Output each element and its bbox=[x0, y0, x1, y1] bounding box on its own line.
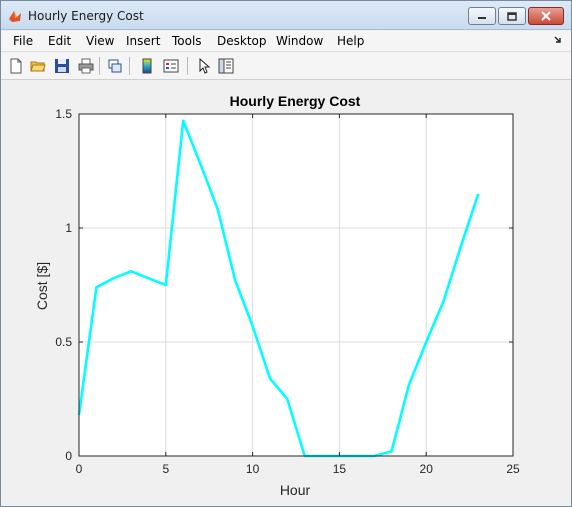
y-tick-label: 1.5 bbox=[55, 107, 72, 121]
x-tick-label: 0 bbox=[76, 462, 83, 476]
y-tick-label: 0 bbox=[65, 449, 72, 463]
save-button[interactable] bbox=[52, 56, 72, 76]
close-icon bbox=[541, 11, 551, 21]
y-axis-label: Cost [$] bbox=[34, 262, 50, 310]
legend-icon bbox=[163, 59, 179, 73]
link-plot-button[interactable] bbox=[105, 56, 125, 76]
chart-title: Hourly Energy Cost bbox=[230, 93, 361, 109]
y-tick-label: 0.5 bbox=[55, 335, 72, 349]
minimize-icon bbox=[478, 17, 486, 19]
toolbar-separator bbox=[99, 57, 100, 75]
x-tick-label: 25 bbox=[506, 462, 520, 476]
menu-bar: File Edit View Insert Tools Desktop Wind… bbox=[1, 31, 571, 52]
menu-file[interactable]: File bbox=[13, 34, 33, 48]
edit-plot-button[interactable] bbox=[194, 56, 214, 76]
dock-arrow-icon[interactable] bbox=[553, 35, 563, 45]
x-tick-label: 20 bbox=[420, 462, 434, 476]
maximize-icon bbox=[507, 11, 517, 21]
menu-window[interactable]: Window bbox=[276, 34, 323, 48]
toolbar-separator bbox=[187, 57, 188, 75]
figure-canvas: 0 5 10 15 20 25 0 0.5 1 1.5 Hourly Energy Cost H… bbox=[1, 81, 571, 506]
x-tick-label: 10 bbox=[246, 462, 260, 476]
new-figure-icon bbox=[10, 58, 22, 74]
minimize-button[interactable] bbox=[468, 7, 496, 25]
close-button[interactable] bbox=[528, 7, 564, 25]
maximize-button[interactable] bbox=[498, 7, 526, 25]
property-editor-icon bbox=[218, 58, 234, 74]
print-icon bbox=[78, 58, 94, 74]
x-axis-label: Hour bbox=[280, 482, 311, 498]
menu-view[interactable]: View bbox=[86, 34, 114, 48]
title-bar[interactable]: Hourly Energy Cost bbox=[1, 1, 571, 30]
toolbar-separator bbox=[129, 57, 130, 75]
save-icon bbox=[55, 59, 69, 73]
print-button[interactable] bbox=[76, 56, 96, 76]
property-editor-button[interactable] bbox=[216, 56, 236, 76]
menu-tools[interactable]: Tools bbox=[172, 34, 202, 48]
pointer-icon bbox=[199, 58, 211, 74]
new-figure-button[interactable] bbox=[6, 56, 26, 76]
menu-insert[interactable]: Insert bbox=[126, 34, 160, 48]
colorbar-icon bbox=[142, 58, 152, 74]
window-title: Hourly Energy Cost bbox=[28, 9, 144, 23]
open-button[interactable] bbox=[28, 56, 48, 76]
link-plot-icon bbox=[108, 59, 122, 73]
x-tick-label: 15 bbox=[333, 462, 347, 476]
open-icon bbox=[30, 61, 46, 72]
legend-button[interactable] bbox=[161, 56, 181, 76]
y-tick-label: 1 bbox=[65, 221, 72, 235]
figure-window: Hourly Energy Cost File Edit View Insert… bbox=[0, 0, 572, 507]
figure-toolbar bbox=[1, 53, 571, 80]
colorbar-button[interactable] bbox=[137, 56, 157, 76]
menu-help[interactable]: Help bbox=[337, 34, 364, 48]
menu-edit[interactable]: Edit bbox=[48, 34, 71, 48]
matlab-logo-icon bbox=[9, 11, 21, 22]
line-chart[interactable]: 0 5 10 15 20 25 0 0.5 1 1.5 Hourly Energy Cost H… bbox=[1, 81, 571, 506]
menu-desktop[interactable]: Desktop bbox=[217, 34, 267, 48]
x-tick-label: 5 bbox=[162, 462, 169, 476]
